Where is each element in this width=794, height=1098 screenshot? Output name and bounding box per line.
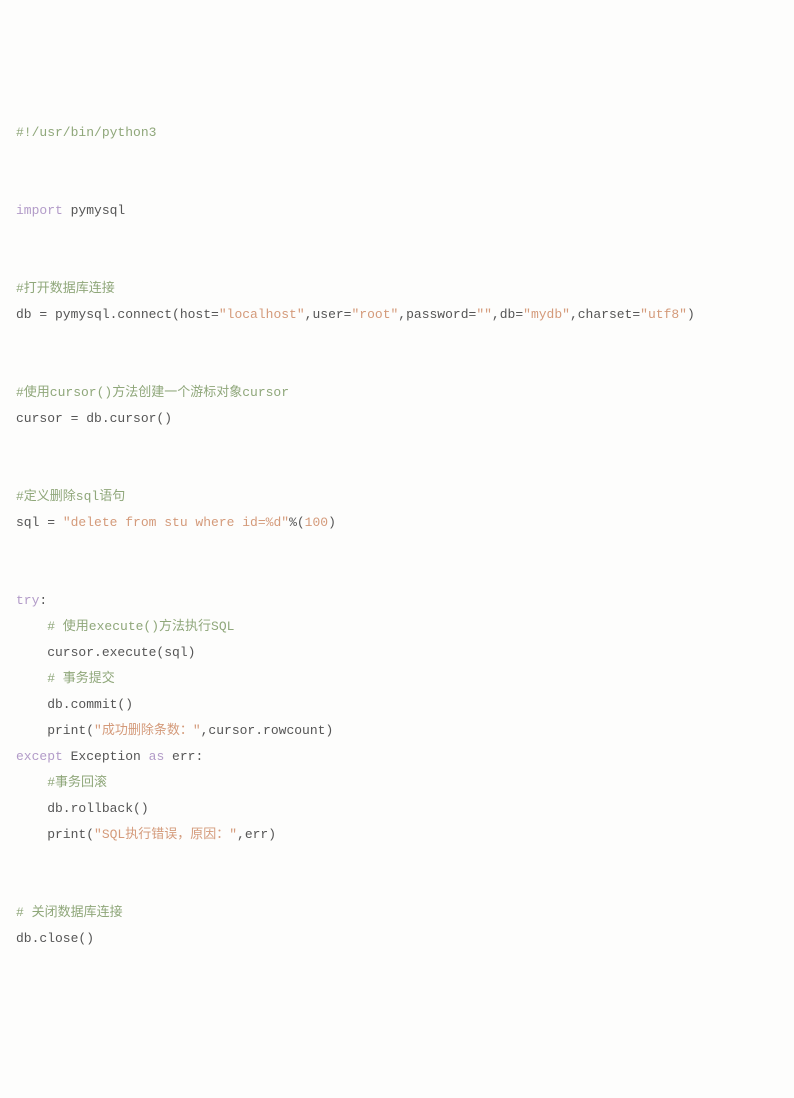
comment-line: #定义删除sql语句 — [16, 489, 125, 504]
code-line: db.close() — [16, 931, 94, 946]
code-line: db = pymysql.connect(host="localhost",us… — [16, 307, 695, 322]
code-line: sql = "delete from stu where id=%d"%(100… — [16, 515, 336, 530]
code-line: db.rollback() — [16, 801, 149, 816]
code-line: print("成功删除条数：",cursor.rowcount) — [16, 723, 333, 738]
code-line: try: — [16, 593, 47, 608]
comment-line: #使用cursor()方法创建一个游标对象cursor — [16, 385, 289, 400]
keyword-as: as — [149, 749, 165, 764]
code-line: cursor.execute(sql) — [16, 645, 195, 660]
comment-line: #事务回滚 — [16, 775, 107, 790]
comment-line: # 使用execute()方法执行SQL — [16, 619, 234, 634]
code-line: print("SQL执行错误，原因：",err) — [16, 827, 276, 842]
code-line: cursor = db.cursor() — [16, 411, 172, 426]
code-block: #!/usr/bin/python3 import pymysql #打开数据库… — [16, 120, 778, 952]
code-line: import pymysql — [16, 203, 125, 218]
keyword-import: import — [16, 203, 63, 218]
comment-line: # 关闭数据库连接 — [16, 905, 123, 920]
comment-line: #打开数据库连接 — [16, 281, 115, 296]
code-line: db.commit() — [16, 697, 133, 712]
keyword-try: try — [16, 593, 39, 608]
code-line: except Exception as err: — [16, 749, 203, 764]
keyword-except: except — [16, 749, 63, 764]
shebang-line: #!/usr/bin/python3 — [16, 125, 156, 140]
comment-line: # 事务提交 — [16, 671, 115, 686]
